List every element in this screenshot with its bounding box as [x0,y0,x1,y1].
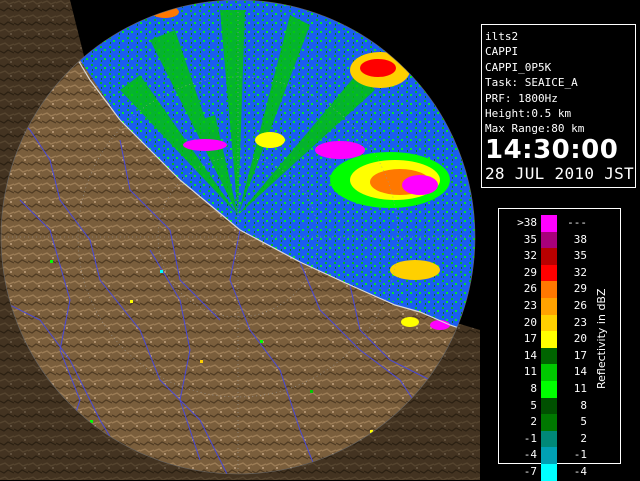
legend-high-label: 35 [573,249,587,263]
legend-row: 32 35 [507,248,597,265]
legend-swatch [541,331,557,348]
legend-row: -1 2 [507,430,597,448]
color-legend: >38 --- 35 38 32 35 29 32 26 29 23 26 20 23 17 20 14 17 11… [498,208,621,481]
legend-swatch [541,447,557,464]
legend-low-label: 29 [523,265,537,279]
legend-row: -4 -1 [507,447,597,464]
radar-map[interactable] [0,0,480,480]
legend-low-label: -1 [523,431,537,445]
legend-row: 29 32 [507,264,597,282]
legend-high-label: 11 [573,381,587,395]
legend-swatch [541,397,557,415]
info-line-product: CAPPI [485,45,519,59]
legend-unit-label: Reflectivity in dBZ [595,288,608,390]
legend-high-label: 17 [573,348,587,362]
legend-row: 35 38 [507,231,597,249]
legend-low-label: 14 [523,348,537,362]
legend-low-label: 32 [523,249,537,263]
legend-swatch [541,231,557,249]
legend-swatch [541,463,557,481]
legend-low-label: -7 [523,464,537,478]
legend-low-label: 17 [523,332,537,346]
legend-low-label: 26 [523,282,537,296]
legend-row: -7 -4 [507,463,597,481]
legend-swatch [541,297,557,315]
info-line-product-name: CAPPI_0P5K [485,60,552,74]
legend-row: 14 17 [507,347,597,365]
radar-map-canvas [0,0,480,480]
legend-rows: >38 --- 35 38 32 35 29 32 26 29 23 26 20 23 17 20 14 17 11… [507,215,597,481]
legend-high-label: --- [567,216,587,229]
legend-swatch [541,414,557,431]
legend-row: 8 11 [507,380,597,398]
legend-low-label: 11 [523,365,537,379]
legend-row: 17 20 [507,331,597,348]
legend-swatch [541,281,557,298]
legend-swatch [541,314,557,332]
legend-low-label: 35 [523,232,537,246]
legend-swatch [541,430,557,448]
info-line-height: Height:0.5 km [485,107,572,121]
legend-swatch [541,364,557,381]
legend-high-label: 26 [573,298,587,312]
legend-low-label: 20 [523,315,537,329]
legend-swatch [541,347,557,365]
legend-high-label: 2 [580,431,587,445]
legend-row: 23 26 [507,297,597,315]
legend-low-label: 23 [523,298,537,312]
legend-high-label: 32 [573,265,587,279]
legend-high-label: 20 [573,332,587,346]
time-display: 14:30:00 [485,134,619,165]
legend-row: 20 23 [507,314,597,332]
info-line-prf: PRF: 1800Hz [485,91,558,105]
legend-high-label: 38 [573,232,587,246]
legend-high-label: 29 [573,282,587,296]
legend-low-label: 2 [530,415,537,429]
info-panel: ilts2 CAPPI CAPPI_0P5K Task: SEAICE_A PR… [481,24,636,188]
date-display: 28 JUL 2010 JST [485,163,634,183]
legend-high-label: 14 [573,365,587,379]
legend-high-label: 23 [573,315,587,329]
legend-low-label: -4 [523,448,537,462]
legend-high-label: -1 [573,448,587,462]
legend-high-label: 8 [580,398,587,412]
legend-high-label: -4 [573,464,587,478]
legend-swatch [541,248,557,265]
info-line-task: Task: SEAICE_A [485,76,578,90]
info-line-site: ilts2 [485,30,519,43]
legend-low-label: 5 [530,398,537,412]
legend-swatch [541,215,557,232]
legend-row: 26 29 [507,281,597,298]
legend-row: 11 14 [507,364,597,381]
legend-low-label: >38 [517,216,537,229]
legend-row: 58 [507,397,597,415]
legend-row: >38 --- [507,215,597,232]
legend-swatch [541,380,557,398]
legend-swatch [541,264,557,282]
legend-low-label: 8 [530,381,537,395]
legend-row: 25 [507,414,597,431]
legend-high-label: 5 [580,415,587,429]
